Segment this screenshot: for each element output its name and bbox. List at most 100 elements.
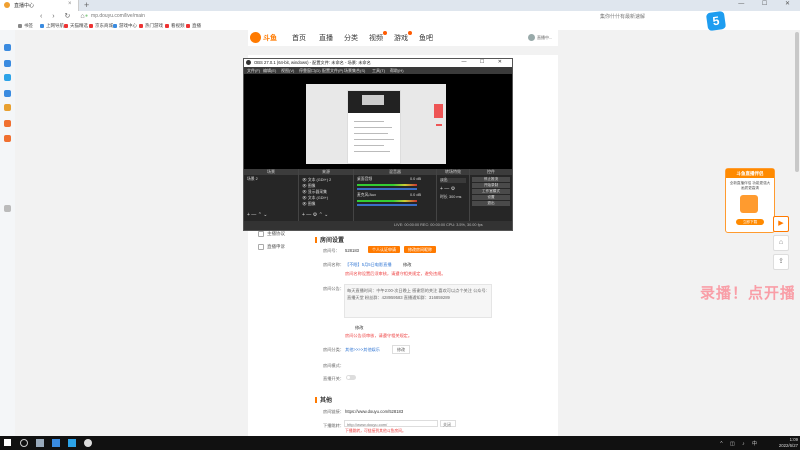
douyu-logo[interactable]: 斗鱼	[250, 31, 278, 44]
bookmark-item[interactable]: 京东商城	[89, 22, 113, 30]
share-icon[interactable]: ⇪	[773, 254, 789, 270]
nav-home[interactable]: 首页	[292, 33, 306, 43]
source-toolbar[interactable]: + — ⚙ ⌃ ⌄	[302, 212, 328, 218]
menu-item-agreement[interactable]: 主播协议	[258, 231, 285, 237]
sidebar-settings-icon[interactable]	[4, 205, 11, 212]
exit-button[interactable]: 退出	[472, 201, 510, 206]
sources-dock: 来源 👁 文本 (GDI+) 2 👁 图像 👁 显示器采集 👁 文本 (GDI+…	[299, 169, 354, 221]
section-title-other: 其他	[315, 395, 332, 404]
modify-nickname-button[interactable]: 修改房间昵称	[404, 246, 436, 253]
scrollbar-thumb[interactable]	[795, 32, 799, 172]
room-category-value[interactable]: 其他>>>>其他娱乐	[345, 347, 380, 353]
sidebar-app-icon[interactable]	[4, 135, 11, 142]
play-icon[interactable]: ▶	[773, 216, 789, 232]
nav-game[interactable]: 游戏	[394, 33, 408, 43]
nav-buttons[interactable]: ‹ › ↻ ⌂	[40, 12, 89, 20]
url-input[interactable]: ● mp.douyu.com/live/main	[85, 12, 585, 20]
app-icon[interactable]	[52, 439, 60, 447]
sidebar-app-icon[interactable]	[4, 74, 11, 81]
dock-title: 场景	[244, 169, 298, 175]
window-controls[interactable]: — ☐ ✕	[738, 0, 798, 7]
badge-logo-icon[interactable]: 5	[705, 10, 727, 32]
site-header: 斗鱼 首页 直播 分类 视频 游戏 鱼吧	[248, 30, 558, 46]
preview-page	[347, 90, 401, 164]
new-tab-button[interactable]: +	[84, 0, 89, 10]
stop-streaming-button[interactable]: 停止推流	[472, 177, 510, 182]
room-link-value[interactable]: https://www.douyu.com/528183	[345, 409, 403, 414]
bookmark-item[interactable]: 上网导航	[40, 22, 64, 30]
close-tab-icon[interactable]: ×	[68, 1, 72, 7]
obs-docks: 场景 场景 2 + — ⌃ ⌄ 来源 👁 文本 (GDI+) 2 👁 图像 👁 …	[244, 169, 512, 221]
nav-video[interactable]: 视频	[369, 33, 383, 43]
sidebar-app-icon[interactable]	[4, 90, 11, 97]
menu-item-appeal[interactable]: 直播申诉	[258, 244, 285, 250]
obs-window: OBS 27.0.1 (64-bit, windows) - 配置文件: 未命名…	[243, 58, 513, 231]
live-switch-toggle[interactable]	[346, 375, 356, 380]
browser-icon[interactable]	[68, 439, 76, 447]
nav-yuba[interactable]: 鱼吧	[419, 33, 433, 43]
mixer-desktop-level: 0.0 dB	[410, 177, 421, 181]
section-title-room: 房间设置	[315, 235, 344, 244]
apply-button[interactable]: 个人认证申请	[368, 246, 400, 253]
settings-button[interactable]: 设置	[472, 195, 510, 200]
room-name-edit[interactable]: 修改	[403, 262, 411, 268]
windows-start-icon[interactable]	[4, 439, 11, 446]
bookmark-item[interactable]: 游戏中心	[113, 22, 137, 30]
search-icon[interactable]	[20, 439, 28, 447]
scene-toolbar[interactable]: + — ⌃ ⌄	[247, 212, 267, 218]
lock-icon: ●	[85, 13, 89, 19]
user-area[interactable]: 直播中...	[528, 33, 558, 43]
sidebar-app-icon[interactable]	[4, 60, 11, 67]
browser-tab[interactable]: 直播中心 ×	[0, 0, 79, 11]
scene-item[interactable]: 场景 2	[247, 177, 258, 182]
bookmark-item[interactable]: 热门游戏	[139, 22, 163, 30]
redirect-select[interactable]: 关闭	[440, 420, 456, 427]
preview-desktop-capture	[306, 84, 446, 164]
logo-text: 斗鱼	[263, 35, 277, 42]
sidebar-app-icon[interactable]	[4, 104, 11, 111]
bookmark-item[interactable]: 天猫精选	[64, 22, 88, 30]
search-suggestion[interactable]: 集你什什有最新速解	[600, 13, 645, 20]
page-scrollbar[interactable]	[794, 30, 800, 436]
obs-window-controls[interactable]: — ☐ ✕	[462, 59, 508, 65]
nav-category[interactable]: 分类	[344, 33, 358, 43]
bookmark-icon	[165, 23, 169, 28]
obs-statusbar: LIVE: 00:00:00 REC: 00:00:00 CPU: 3.5%, …	[244, 221, 512, 230]
redirect-label: 下播跳转：	[323, 423, 344, 428]
duration-input[interactable]: 300 ms	[449, 195, 461, 199]
taskview-icon[interactable]	[36, 439, 44, 447]
sidebar-app-icon[interactable]	[4, 120, 11, 127]
bookmark-icon	[89, 23, 93, 28]
tab-title: 直播中心	[14, 3, 35, 9]
bookmark-item[interactable]: 书签	[18, 22, 33, 30]
browser-tab-bar: 直播中心 × + — ☐ ✕	[0, 0, 800, 11]
dock-title: 控件	[470, 169, 512, 175]
transition-select[interactable]: 淡出	[440, 178, 466, 183]
doc-icon	[258, 231, 264, 237]
room-notice-textarea[interactable]: 每天直播时间：中午2:00-次日晚上 感谢您的关注 喜欢可以点个关注 公众号:直…	[344, 284, 492, 318]
room-notice-edit[interactable]: 修改	[355, 325, 363, 331]
download-button[interactable]: 立即下载	[736, 219, 764, 225]
source-item[interactable]: 👁 图像	[302, 201, 315, 207]
room-category-edit[interactable]: 修改	[392, 345, 410, 354]
room-name-value: 【不眠】5月5日电影直播	[345, 262, 392, 267]
obs-titlebar[interactable]: OBS 27.0.1 (64-bit, windows) - 配置文件: 未命名…	[244, 59, 512, 67]
bookmark-item[interactable]: 直播	[186, 22, 201, 30]
home-icon[interactable]: ⌂	[773, 235, 789, 251]
system-tray-icons[interactable]: ^ ◫ ♪ 中	[720, 440, 760, 447]
transition-add-remove[interactable]: + — ⚙	[440, 186, 455, 192]
obs-icon[interactable]	[84, 439, 92, 447]
nav-live[interactable]: 直播	[319, 33, 333, 43]
obs-preview[interactable]	[244, 74, 512, 169]
room-id-value: 528183	[345, 248, 359, 253]
sidebar-app-icon[interactable]	[4, 44, 11, 51]
clock[interactable]: 1:09 2022/6/27	[779, 437, 798, 448]
desktop-volume-slider[interactable]	[357, 188, 417, 190]
start-recording-button[interactable]: 开始录制	[472, 183, 510, 188]
download-ad[interactable]: 斗鱼直播伴侣 全新直播伴侣 功能更强大 画质更高清 立即下载	[725, 168, 775, 233]
mic-volume-slider[interactable]	[357, 204, 417, 206]
redirect-input[interactable]: http://www.douyu.com/	[344, 420, 438, 427]
left-menu: 主播协议 直播申诉	[248, 225, 303, 265]
bookmark-item[interactable]: 看视频	[165, 22, 185, 30]
studio-mode-button[interactable]: 工作室模式	[472, 189, 510, 194]
